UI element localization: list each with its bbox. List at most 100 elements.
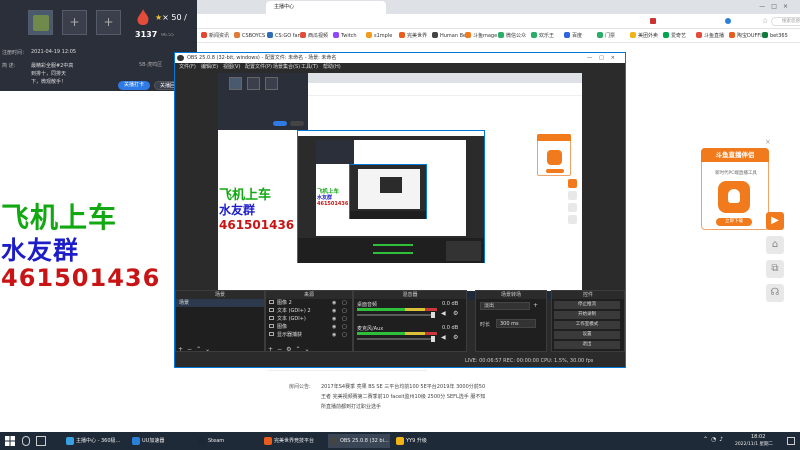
avatar-slot[interactable] xyxy=(28,10,53,35)
visibility-eye-icon[interactable]: ◉ xyxy=(332,315,336,323)
obs-menu-item[interactable]: 场景集合(S) xyxy=(273,63,300,72)
sidebar-play-icon[interactable]: ▶ xyxy=(766,212,784,230)
bookmark-item[interactable]: 微信公众 xyxy=(498,32,526,40)
obs-minimize-icon[interactable]: — xyxy=(587,55,599,61)
gear-icon[interactable]: ⚙ xyxy=(453,334,458,341)
promo-card[interactable]: 斗鱼直播伴侣 新时代PC端直播工具 立即下载 xyxy=(701,148,769,230)
primary-chip-button[interactable]: 关播打卡 xyxy=(118,81,150,90)
taskbar-item[interactable]: OBS 25.0.8 (32 bi... xyxy=(328,434,390,448)
bookmark-item[interactable]: 完美世界 xyxy=(399,32,427,40)
close-icon[interactable]: × xyxy=(783,3,794,10)
add-slot-1[interactable]: + xyxy=(62,10,87,35)
source-item[interactable]: 图像 ◉ ▢ xyxy=(266,323,352,331)
active-tab[interactable]: 主播中心 xyxy=(266,1,386,14)
bookmark-item[interactable]: 西瓜视频 xyxy=(300,32,328,40)
bookmark-item[interactable]: 爱奇艺 xyxy=(663,32,686,40)
obs-menu-item[interactable]: 工具(T) xyxy=(301,63,318,72)
taskbar-item[interactable]: Steam xyxy=(196,434,258,448)
remove-icon[interactable]: − xyxy=(187,346,196,353)
stop-stream-button[interactable]: 停止推流 xyxy=(554,301,620,309)
obs-menu-item[interactable]: 文件(F) xyxy=(179,63,196,72)
task-view-icon[interactable] xyxy=(36,436,46,446)
remove-icon[interactable]: − xyxy=(277,346,286,353)
lock-icon[interactable]: ▢ xyxy=(342,331,347,339)
visibility-eye-icon[interactable]: ◉ xyxy=(332,323,336,331)
bookmark-item[interactable]: 斗鱼mage xyxy=(465,32,497,40)
taskbar-item[interactable]: UU加速器 xyxy=(130,434,192,448)
up-icon[interactable]: ⌃ xyxy=(196,346,205,353)
mixer-volume-slider[interactable] xyxy=(357,336,435,342)
bookmark-item[interactable]: 欢乐王 xyxy=(531,32,554,40)
bookmark-item[interactable]: CSBOYCS xyxy=(234,32,265,40)
obs-maximize-icon[interactable]: □ xyxy=(599,55,611,61)
bookmark-item[interactable]: Human Be xyxy=(432,32,466,40)
obs-menu-item[interactable]: 帮助(H) xyxy=(323,63,341,72)
lock-icon[interactable]: ▢ xyxy=(342,299,347,307)
visibility-eye-icon[interactable]: ◉ xyxy=(332,307,336,315)
settings-button[interactable]: 设置 xyxy=(554,331,620,339)
maximize-icon[interactable]: □ xyxy=(771,3,783,10)
gear-icon[interactable]: ⚙ xyxy=(453,310,458,317)
transition-add-icon[interactable]: + xyxy=(533,302,538,309)
windows-start-icon[interactable] xyxy=(5,436,15,446)
obs-menu-item[interactable]: 编辑(E) xyxy=(201,63,218,72)
duration-input[interactable]: 300 ms xyxy=(496,319,536,328)
bookmark-item[interactable]: 新闻资讯 xyxy=(201,32,229,40)
ext-icon[interactable] xyxy=(650,18,656,24)
speaker-icon[interactable]: ♪ xyxy=(719,436,726,443)
promo-download-button[interactable]: 立即下载 xyxy=(716,218,752,226)
bookmark-item[interactable]: Twitch xyxy=(333,32,357,40)
source-item[interactable]: 图像 2 ◉ ▢ xyxy=(266,299,352,307)
add-slot-2[interactable]: + xyxy=(96,10,121,35)
nested-info-panel xyxy=(218,73,308,130)
taskbar-item[interactable]: 完美世界竞技平台 xyxy=(262,434,324,448)
mixer-volume-slider[interactable] xyxy=(357,312,435,318)
studio-mode-button[interactable]: 工作室模式 xyxy=(554,321,620,329)
sidebar-window-icon[interactable]: ⧉ xyxy=(766,260,784,278)
search-icon[interactable] xyxy=(22,436,30,446)
minimize-icon[interactable]: — xyxy=(759,3,771,10)
search-input[interactable]: 搜索您感兴趣的内容 xyxy=(771,17,800,26)
sidebar-headset-icon[interactable]: ☊ xyxy=(766,284,784,302)
visibility-eye-icon[interactable]: ◉ xyxy=(332,331,336,339)
scene-item[interactable]: 场景 xyxy=(176,299,264,307)
visibility-eye-icon[interactable]: ◉ xyxy=(332,299,336,307)
bookmark-item[interactable]: CS:GO fan xyxy=(267,32,301,40)
obs-menu-item[interactable]: 配置文件(P) xyxy=(245,63,272,72)
chevron-up-icon[interactable]: ⌃ xyxy=(703,436,711,443)
notification-icon[interactable] xyxy=(787,437,795,445)
transition-select[interactable]: 淡出 xyxy=(480,302,530,310)
start-recording-button[interactable]: 开始录制 xyxy=(554,311,620,319)
lock-icon[interactable]: ▢ xyxy=(342,307,347,315)
source-item[interactable]: 文本 (GDI+) ◉ ▢ xyxy=(266,315,352,323)
promo-close-icon[interactable]: × xyxy=(765,138,771,146)
obs-menu-item[interactable]: 视图(V) xyxy=(223,63,240,72)
lock-icon[interactable]: ▢ xyxy=(342,323,347,331)
sidebar-home-icon[interactable]: ⌂ xyxy=(766,236,784,254)
bookmark-item[interactable]: 陶宝DUFFI xyxy=(729,32,762,40)
speaker-icon[interactable]: ◀ xyxy=(441,310,446,317)
bookmark-item[interactable]: 美团外卖 xyxy=(630,32,658,40)
down-icon[interactable]: ⌄ xyxy=(304,346,313,353)
exit-button[interactable]: 退出 xyxy=(554,341,620,349)
speaker-icon[interactable]: ◀ xyxy=(441,334,446,341)
source-item[interactable]: 文本 (GDI+) 2 ◉ ▢ xyxy=(266,307,352,315)
bookmark-item[interactable]: 斗鱼直播 xyxy=(696,32,724,40)
bookmark-item[interactable]: bet365 xyxy=(762,32,788,40)
obs-preview[interactable]: 飞机上车 水友群 461501436 飞机上车 水友群 461501436 xyxy=(218,73,582,300)
add-icon[interactable]: + xyxy=(178,346,187,353)
taskbar-item[interactable]: 主播中心 - 360极... xyxy=(64,434,126,448)
lock-icon[interactable]: ▢ xyxy=(342,315,347,323)
obs-close-icon[interactable]: × xyxy=(611,55,622,61)
bookmark-item[interactable]: s1mple xyxy=(366,32,392,40)
star-bookmark-icon[interactable]: ☆ xyxy=(762,17,768,25)
bookmark-item[interactable]: 门票 xyxy=(597,32,615,40)
down-icon[interactable]: ⌄ xyxy=(205,346,214,353)
bookmark-item[interactable]: 百度 xyxy=(564,32,582,40)
add-icon[interactable]: + xyxy=(268,346,277,353)
source-item[interactable]: 显示器捕获 ◉ ▢ xyxy=(266,331,352,339)
obs-window[interactable]: OBS 25.0.8 (32-bit, windows) - 配置文件: 未命名… xyxy=(174,52,626,368)
source-toolbar: +−⚙⌃⌄ xyxy=(268,346,314,353)
ext-icon[interactable] xyxy=(725,18,731,24)
taskbar-item[interactable]: YY9 升级 xyxy=(394,434,456,448)
